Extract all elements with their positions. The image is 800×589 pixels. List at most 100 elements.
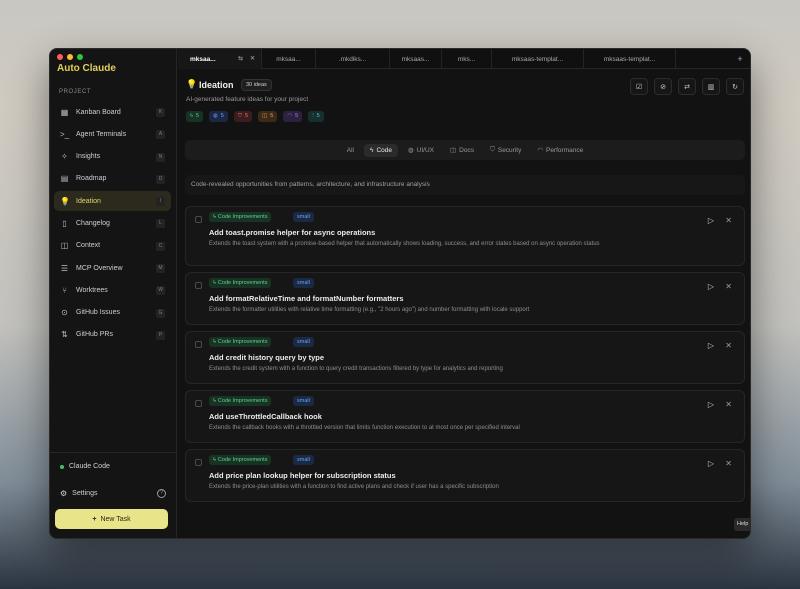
status-dot xyxy=(60,464,64,469)
select-checkbox[interactable] xyxy=(195,459,202,466)
filter-security[interactable]: ⛉ Security xyxy=(484,143,527,157)
select-all-button[interactable]: ☑ xyxy=(630,78,648,95)
sidebar-item-agent-terminals[interactable]: >_ Agent Terminals A xyxy=(54,124,171,144)
book-icon: ◫ xyxy=(450,147,457,154)
filter-ui-ux[interactable]: ◍ UI/UX xyxy=(402,143,440,157)
idea-card[interactable]: ϟ Code Improvements small Add toast.promi… xyxy=(185,206,745,266)
sidebar-item-changelog[interactable]: ▯ Changelog L xyxy=(54,213,171,233)
sidebar-item-insights[interactable]: ✧ Insights N xyxy=(54,147,171,167)
shortcut-badge: W xyxy=(156,286,165,296)
select-checkbox[interactable] xyxy=(195,216,202,223)
sidebar-item-ideation[interactable]: 💡 Ideation I xyxy=(54,191,171,212)
category-label: Code Improvements xyxy=(217,398,268,404)
shortcut-badge: L xyxy=(156,219,165,229)
filter-performance[interactable]: ◠ Performance xyxy=(531,143,589,157)
filter-label: Performance xyxy=(546,146,584,154)
sparkles-icon: ✧ xyxy=(61,152,68,162)
size-badge: small xyxy=(293,212,314,222)
dismiss-icon[interactable]: ✕ xyxy=(725,459,732,468)
settings-link[interactable]: ⚙ Settings xyxy=(60,489,97,498)
stat-value: 5 xyxy=(245,113,249,119)
project-tab[interactable]: .mkdiks... xyxy=(316,49,390,69)
sidebar-item-roadmap[interactable]: ▤ Roadmap D xyxy=(54,169,171,189)
new-task-button[interactable]: + New Task xyxy=(55,509,168,529)
select-checkbox[interactable] xyxy=(195,282,202,289)
category-badge: ϟ Code Improvements xyxy=(209,396,272,406)
project-tab[interactable]: mksaa... xyxy=(262,49,316,69)
sidebar-item-label: Roadmap xyxy=(76,175,107,183)
filter-all[interactable]: All xyxy=(341,144,360,157)
stat-value: 5 xyxy=(270,113,274,119)
convert-button[interactable]: ⇄ xyxy=(678,78,696,95)
project-tab[interactable]: mksaas-templat... xyxy=(584,49,676,69)
idea-card[interactable]: ϟ Code Improvements small Add credit hist… xyxy=(185,331,745,384)
sidebar-item-label: Context xyxy=(76,242,101,250)
claude-code-status[interactable]: Claude Code xyxy=(60,463,110,470)
tab-label: mksaas-templat... xyxy=(603,55,656,63)
claude-code-label: Claude Code xyxy=(69,463,110,470)
filter-docs[interactable]: ◫ Docs xyxy=(444,143,480,157)
filter-code[interactable]: ϟ Code xyxy=(364,143,398,157)
zap-icon: ϟ xyxy=(213,214,216,220)
idea-title: Add formatRelativeTime and formatNumber … xyxy=(209,294,404,303)
pull-request-icon: ⇅ xyxy=(61,330,68,340)
settings-label: Settings xyxy=(72,490,98,497)
play-icon[interactable]: ▷ xyxy=(708,341,714,350)
idea-card[interactable]: ϟ Code Improvements small Add useThrottle… xyxy=(185,390,745,443)
close-window-button[interactable] xyxy=(57,54,63,60)
project-tab[interactable]: mksaas... xyxy=(390,49,442,69)
dismiss-icon[interactable]: ✕ xyxy=(725,400,732,409)
zap-icon: ϟ xyxy=(190,113,193,119)
kanban-icon: ▦ xyxy=(60,107,69,117)
sidebar-item-context[interactable]: ◫ Context C xyxy=(54,236,171,256)
archive-button[interactable]: ▥ xyxy=(702,78,720,95)
sidebar-item-mcp-overview[interactable]: ☰ MCP Overview M xyxy=(54,258,171,278)
category-stats: ϟ5 ◍ 5 ⛉ 5 ◫ 5 ◠ 5 ⫶ 5 xyxy=(186,111,324,122)
dismiss-icon[interactable]: ✕ xyxy=(725,341,732,350)
maximize-window-button[interactable] xyxy=(77,54,83,60)
sidebar-item-kanban-board[interactable]: ▦ Kanban Board K xyxy=(54,102,171,122)
category-label: Code Improvements xyxy=(217,339,268,345)
dismiss-icon[interactable]: ✕ xyxy=(725,216,732,225)
toggle-dismissed-button[interactable]: ⊘ xyxy=(654,78,672,95)
sidebar-item-label: GitHub Issues xyxy=(76,309,120,317)
app-window: Auto Claude PROJECT ▦ Kanban Board K >_ … xyxy=(49,48,751,539)
shortcut-badge: A xyxy=(156,130,165,140)
dismiss-icon[interactable]: ✕ xyxy=(725,282,732,291)
sync-icon[interactable]: ⇆ xyxy=(238,55,243,62)
page-subtitle: AI-generated feature ideas for your proj… xyxy=(186,96,309,103)
shortcut-badge: D xyxy=(156,174,165,184)
play-icon[interactable]: ▷ xyxy=(708,216,714,225)
select-checkbox[interactable] xyxy=(195,341,202,348)
project-tab[interactable]: mks... xyxy=(442,49,492,69)
sidebar-item-github-issues[interactable]: ⊙ GitHub Issues G xyxy=(54,303,171,323)
play-icon[interactable]: ▷ xyxy=(708,282,714,291)
help-icon[interactable]: ? xyxy=(157,489,166,498)
shortcut-badge: G xyxy=(156,308,165,318)
play-icon[interactable]: ▷ xyxy=(708,400,714,409)
close-tab-icon[interactable]: ✕ xyxy=(250,55,255,62)
project-tab[interactable]: mksaas-templat... xyxy=(492,49,584,69)
idea-description: Extends the formatter utilities with rel… xyxy=(209,307,530,313)
play-icon[interactable]: ▷ xyxy=(708,459,714,468)
idea-card[interactable]: ϟ Code Improvements small Add price plan … xyxy=(185,449,745,502)
add-tab-button[interactable]: + xyxy=(730,49,750,69)
sidebar-item-github-prs[interactable]: ⇅ GitHub PRs P xyxy=(54,325,171,345)
shortcut-badge: I xyxy=(156,197,165,207)
stat-badge: ⛉ 5 xyxy=(233,111,253,122)
stat-badge: ϟ5 xyxy=(186,111,203,122)
idea-card[interactable]: ϟ Code Improvements small Add formatRelat… xyxy=(185,272,745,325)
help-tab[interactable]: Help xyxy=(734,518,750,531)
refresh-button[interactable]: ↻ xyxy=(726,78,744,95)
size-badge: small xyxy=(293,278,314,288)
category-badge: ϟ Code Improvements xyxy=(209,212,272,222)
minimize-window-button[interactable] xyxy=(67,54,73,60)
zap-icon: ϟ xyxy=(213,457,216,463)
terminal-icon: >_ xyxy=(60,129,70,139)
tab-label: mks... xyxy=(457,55,476,63)
eye-off-icon: ⊘ xyxy=(660,83,666,91)
shield-icon: ⛉ xyxy=(237,113,242,119)
sidebar-item-worktrees[interactable]: ⑂ Worktrees W xyxy=(54,280,171,300)
select-checkbox[interactable] xyxy=(195,400,202,407)
project-tab[interactable]: mksaa... ⇆ ✕ xyxy=(178,49,262,69)
